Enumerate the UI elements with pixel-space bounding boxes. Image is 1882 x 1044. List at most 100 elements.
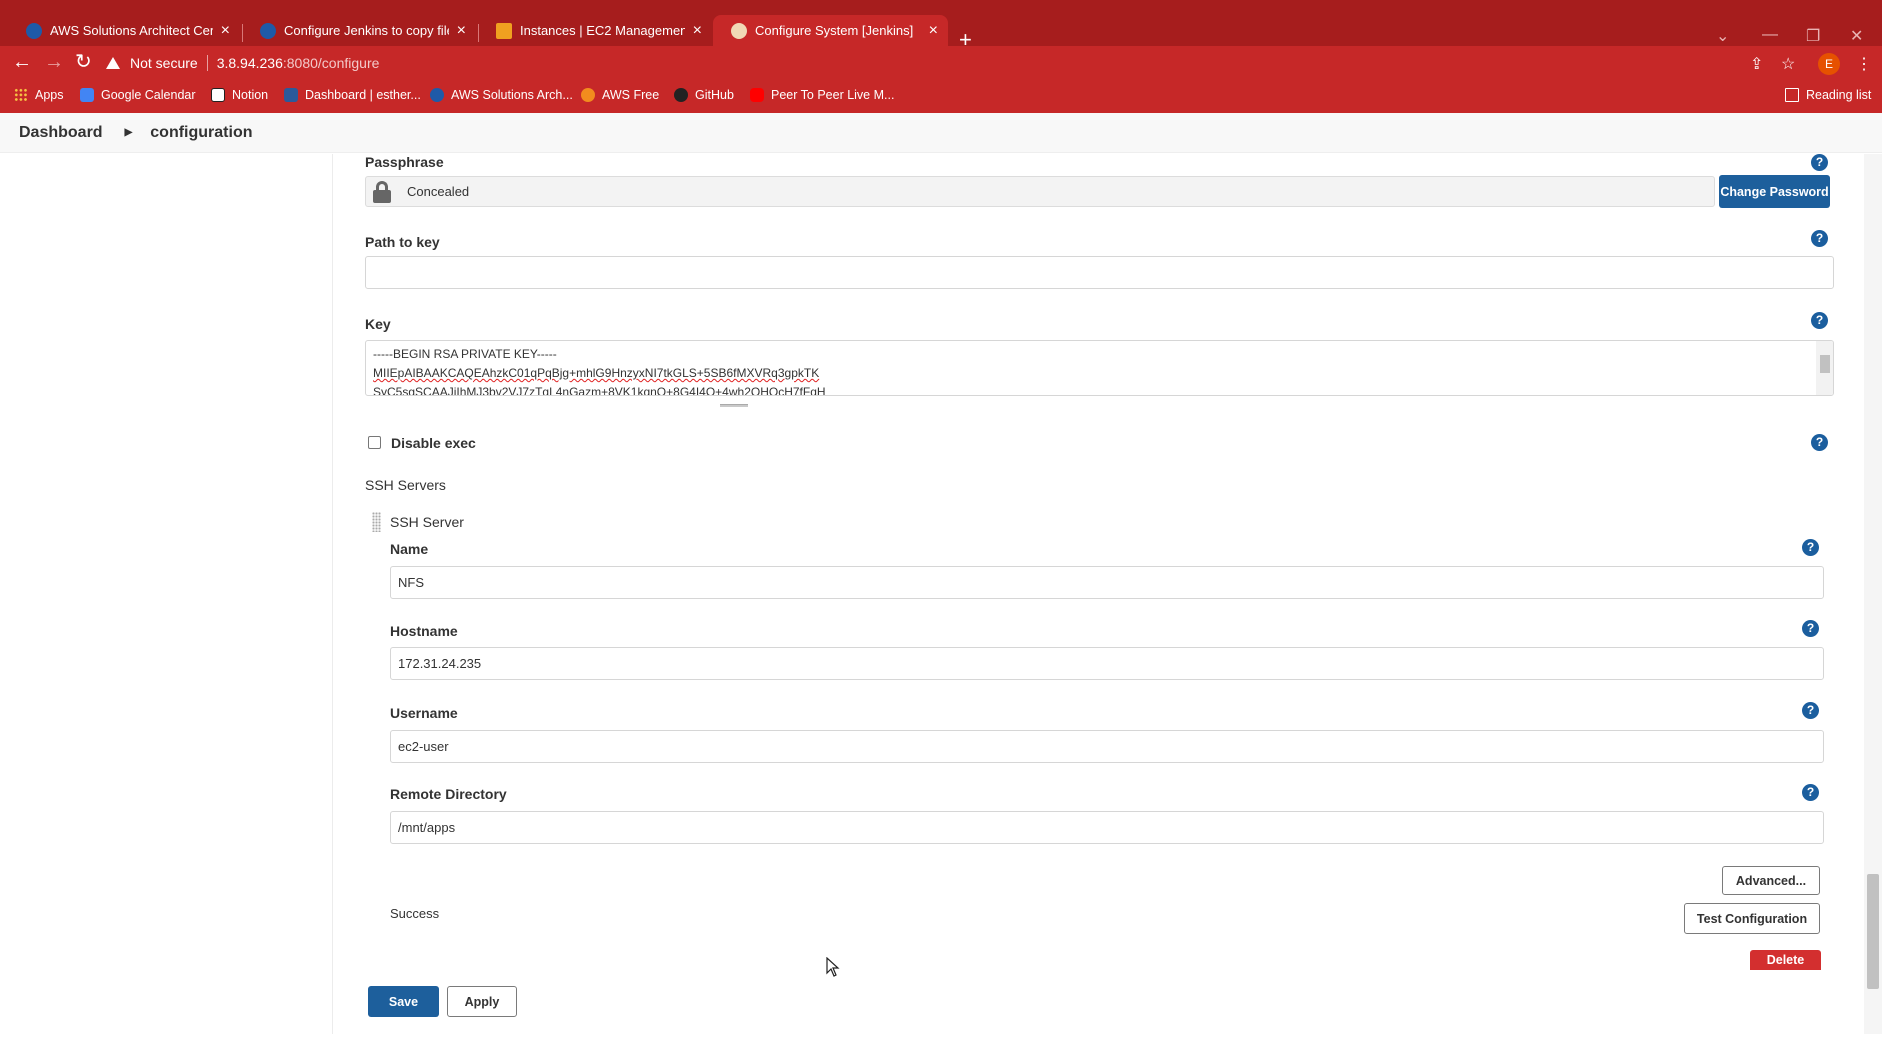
ssh-servers-heading: SSH Servers bbox=[365, 477, 446, 493]
apps-grid-icon bbox=[14, 88, 28, 102]
change-password-button[interactable]: Change Password bbox=[1719, 175, 1830, 208]
server-name-input[interactable] bbox=[398, 575, 1816, 590]
reading-list-label: Reading list bbox=[1806, 88, 1872, 102]
help-icon[interactable]: ? bbox=[1802, 784, 1819, 801]
bookmark-label: Peer To Peer Live M... bbox=[771, 88, 895, 102]
path-to-key-input[interactable] bbox=[373, 265, 1826, 280]
textarea-resize-handle[interactable] bbox=[720, 404, 748, 407]
passphrase-field: Concealed bbox=[365, 176, 1715, 207]
key-label: Key bbox=[365, 316, 391, 332]
browser-titlebar bbox=[0, 0, 1882, 12]
tab-title: Configure System [Jenkins] bbox=[755, 23, 914, 38]
textarea-scroll-thumb[interactable] bbox=[1820, 355, 1830, 373]
close-icon[interactable]: × bbox=[929, 22, 938, 39]
bookmark-google-calendar[interactable]: Google Calendar bbox=[80, 88, 196, 102]
sidebar-divider bbox=[332, 154, 333, 1034]
breadcrumb-dashboard[interactable]: Dashboard bbox=[19, 124, 103, 142]
username-field[interactable] bbox=[390, 730, 1824, 763]
google-calendar-icon bbox=[80, 88, 94, 102]
aws-icon bbox=[260, 22, 276, 39]
bookmark-label: Notion bbox=[232, 88, 269, 102]
security-label: Not secure bbox=[130, 55, 198, 71]
close-window-button[interactable]: ✕ bbox=[1850, 26, 1863, 46]
tab-strip: AWS Solutions Architect Certifica × Conf… bbox=[0, 12, 1882, 51]
textarea-scrollbar[interactable] bbox=[1816, 341, 1833, 395]
page-scroll-thumb[interactable] bbox=[1867, 874, 1879, 989]
tab-search-icon[interactable]: ⌄ bbox=[1716, 26, 1729, 46]
help-icon[interactable]: ? bbox=[1811, 154, 1828, 171]
help-icon[interactable]: ? bbox=[1811, 312, 1828, 329]
passphrase-value: Concealed bbox=[407, 184, 470, 199]
ec2-icon bbox=[496, 22, 512, 39]
profile-avatar[interactable]: E bbox=[1818, 53, 1840, 75]
tab-title: AWS Solutions Architect Certifica bbox=[50, 23, 213, 38]
reading-list-button[interactable]: Reading list bbox=[1785, 88, 1871, 102]
ssh-server-heading: SSH Server bbox=[390, 514, 464, 530]
chevron-right-icon: ▶ bbox=[124, 127, 133, 138]
bookmark-star-icon[interactable]: ☆ bbox=[1781, 54, 1795, 74]
back-arrow-icon[interactable]: ← bbox=[12, 52, 32, 72]
bookmark-label: AWS Solutions Arch... bbox=[451, 88, 573, 102]
browser-tab-3[interactable]: Instances | EC2 Management Cor × bbox=[478, 15, 712, 46]
help-icon[interactable]: ? bbox=[1802, 702, 1819, 719]
bookmark-aws-free[interactable]: AWS Free bbox=[581, 88, 659, 102]
delete-button[interactable]: Delete bbox=[1750, 950, 1821, 970]
page-scrollbar[interactable] bbox=[1864, 154, 1882, 1034]
help-icon[interactable]: ? bbox=[1802, 539, 1819, 556]
notion-icon bbox=[211, 88, 225, 102]
forward-arrow-icon[interactable]: → bbox=[44, 52, 64, 72]
hostname-input[interactable] bbox=[398, 656, 1816, 671]
key-line: -----BEGIN RSA PRIVATE KEY----- bbox=[373, 347, 557, 361]
hostname-field[interactable] bbox=[390, 647, 1824, 680]
breadcrumb: Dashboard ▶ configuration bbox=[0, 113, 1882, 153]
breadcrumb-configuration[interactable]: configuration bbox=[150, 124, 252, 142]
reload-icon[interactable]: ↻ bbox=[75, 52, 92, 72]
apply-button[interactable]: Apply bbox=[447, 986, 517, 1017]
address-bar[interactable]: Not secure 3.8.94.236 :8080/configure bbox=[106, 50, 1806, 76]
help-icon[interactable]: ? bbox=[1811, 434, 1828, 451]
remote-directory-field[interactable] bbox=[390, 811, 1824, 844]
browser-tab-2[interactable]: Configure Jenkins to copy files to × bbox=[242, 15, 476, 46]
bookmark-apps[interactable]: Apps bbox=[14, 88, 64, 102]
bookmark-peer-to-peer[interactable]: Peer To Peer Live M... bbox=[750, 88, 894, 102]
path-to-key-field[interactable] bbox=[365, 256, 1834, 289]
url-path: :8080/configure bbox=[282, 55, 380, 71]
test-status-text: Success bbox=[390, 906, 440, 921]
username-input[interactable] bbox=[398, 739, 1816, 754]
save-button[interactable]: Save bbox=[368, 986, 439, 1017]
help-icon[interactable]: ? bbox=[1811, 230, 1828, 247]
lock-icon bbox=[373, 180, 391, 203]
browser-tab-4-active[interactable]: Configure System [Jenkins] × bbox=[713, 15, 948, 46]
youtube-icon bbox=[750, 88, 764, 102]
share-icon[interactable]: ⇪ bbox=[1750, 54, 1763, 74]
menu-kebab-icon[interactable]: ⋮ bbox=[1856, 54, 1872, 74]
bookmark-label: AWS Free bbox=[602, 88, 660, 102]
drag-handle-icon[interactable] bbox=[372, 512, 381, 532]
help-icon[interactable]: ? bbox=[1802, 620, 1819, 637]
disable-exec-checkbox[interactable] bbox=[368, 436, 381, 449]
warning-icon bbox=[106, 57, 120, 69]
close-icon[interactable]: × bbox=[693, 22, 702, 39]
bookmark-label: GitHub bbox=[695, 88, 734, 102]
close-icon[interactable]: × bbox=[457, 22, 466, 39]
bookmark-aws-solutions[interactable]: AWS Solutions Arch... bbox=[430, 88, 573, 102]
omnibox-separator bbox=[206, 55, 208, 71]
test-configuration-button[interactable]: Test Configuration bbox=[1684, 903, 1820, 934]
restore-button[interactable]: ❐ bbox=[1806, 26, 1820, 46]
tab-title: Configure Jenkins to copy files to bbox=[284, 23, 449, 38]
close-icon[interactable]: × bbox=[221, 22, 230, 39]
advanced-button[interactable]: Advanced... bbox=[1722, 866, 1820, 895]
reading-list-icon bbox=[1785, 88, 1799, 102]
browser-tab-1[interactable]: AWS Solutions Architect Certifica × bbox=[8, 15, 240, 46]
minimize-button[interactable]: — bbox=[1762, 26, 1778, 44]
url-host: 3.8.94.236 bbox=[216, 55, 283, 71]
bookmark-github[interactable]: GitHub bbox=[674, 88, 734, 102]
private-key-textarea[interactable]: -----BEGIN RSA PRIVATE KEY----- MIIEpAIB… bbox=[365, 340, 1834, 396]
remote-directory-input[interactable] bbox=[398, 820, 1816, 835]
main-content: Passphrase ? Concealed Change Password P… bbox=[0, 154, 1882, 1034]
key-line: MIIEpAIBAAKCAQEAhzkC01qPqBjg+mhlG9HnzyxN… bbox=[373, 366, 820, 380]
server-name-field[interactable] bbox=[390, 566, 1824, 599]
browser-toolbar: ← → ↻ Not secure 3.8.94.236 :8080/config… bbox=[0, 46, 1882, 80]
bookmark-dashboard[interactable]: Dashboard | esther... bbox=[284, 88, 421, 102]
bookmark-notion[interactable]: Notion bbox=[211, 88, 268, 102]
